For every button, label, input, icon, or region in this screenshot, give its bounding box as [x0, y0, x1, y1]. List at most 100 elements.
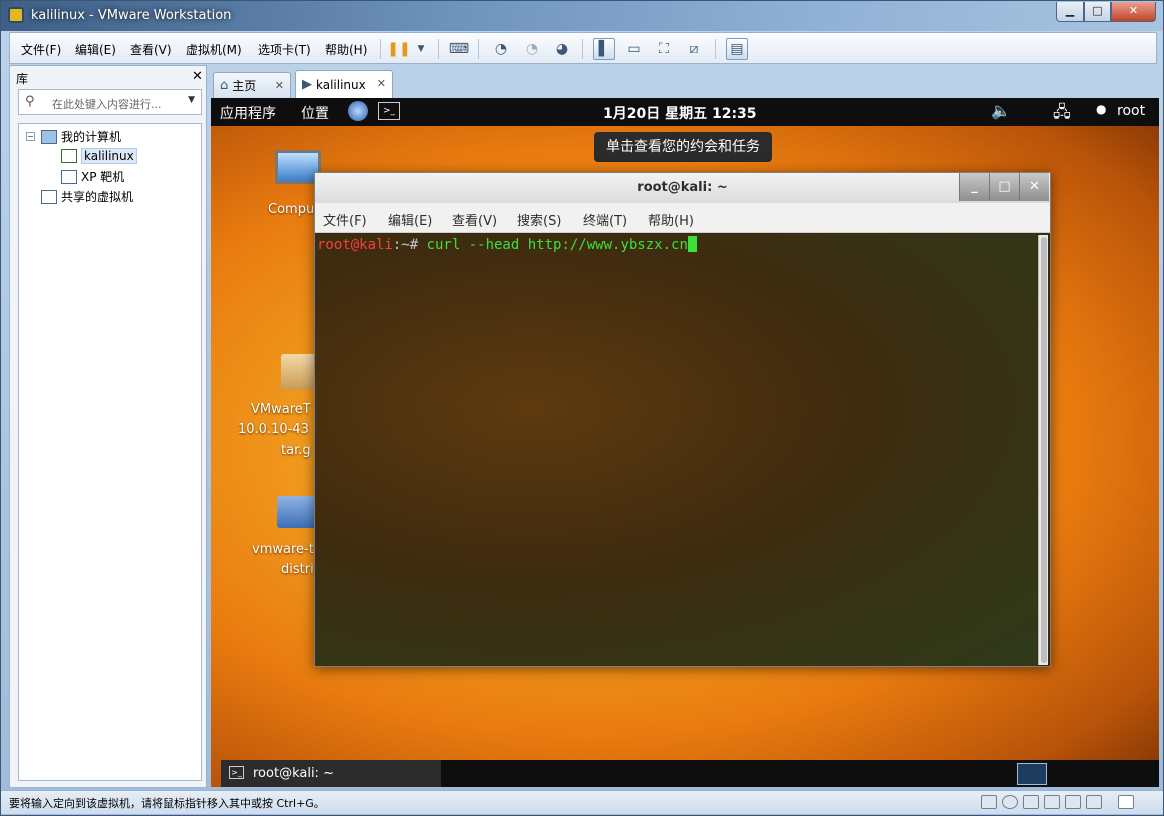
places-menu[interactable]: 位置: [301, 103, 329, 123]
tab-bar: ⌂ 主页 ✕ ▶ kalilinux ✕: [213, 70, 1159, 98]
toolbar-separator: [438, 39, 439, 59]
clock[interactable]: 1月20日 星期五 12:35: [603, 103, 757, 123]
close-button[interactable]: ✕: [1111, 2, 1156, 22]
library-title: 库: [16, 72, 29, 86]
terminal-title[interactable]: root@kali: ~: [315, 173, 1050, 203]
computer-icon: [41, 129, 57, 144]
typed-command: curl --head http://www.ybszx.cn: [426, 237, 688, 253]
tab-close-icon[interactable]: ✕: [377, 77, 386, 90]
vm-running-icon: ▶: [302, 77, 312, 92]
desktop-icon-label: VMwareT: [251, 402, 311, 417]
cd-rom-icon[interactable]: [1002, 795, 1018, 809]
window-title: kalilinux - VMware Workstation: [31, 8, 232, 23]
prompt-path: :~#: [392, 237, 427, 253]
volume-muted-icon[interactable]: 🔈: [991, 101, 1011, 120]
snapshot-manager-icon[interactable]: ◕: [551, 38, 573, 60]
terminal-menu-file[interactable]: 文件(F): [323, 210, 367, 229]
vmware-app-icon: [8, 7, 24, 23]
terminal-close-button[interactable]: ✕: [1019, 173, 1049, 201]
desktop-icon-label: Compu: [268, 202, 315, 217]
terminal-launcher-icon[interactable]: >_: [378, 102, 400, 120]
maximize-button[interactable]: □: [1084, 2, 1111, 22]
tree-collapse-icon[interactable]: −: [26, 132, 35, 141]
tab-kalilinux[interactable]: ▶ kalilinux ✕: [295, 70, 393, 98]
title-bar[interactable]: kalilinux - VMware Workstation ▁ □ ✕: [1, 1, 1163, 31]
applications-menu[interactable]: 应用程序: [220, 103, 276, 123]
thumbnail-icon[interactable]: ▭: [623, 38, 645, 60]
menu-vm[interactable]: 虚拟机(M): [186, 41, 242, 58]
terminal-output[interactable]: root@kali:~# curl --head http://www.ybsz…: [315, 234, 1037, 666]
gnome-bottom-panel: >_ root@kali: ~: [221, 760, 1159, 787]
terminal-menu-view[interactable]: 查看(V): [452, 210, 497, 229]
gnome-top-panel: 应用程序 位置 >_ 1月20日 星期五 12:35 🔈 🖧 ● root: [211, 98, 1159, 126]
folder-icon[interactable]: [277, 496, 317, 528]
send-keys-icon[interactable]: ⌨: [448, 38, 470, 60]
browser-icon[interactable]: [348, 101, 368, 121]
tree-item-xp[interactable]: XP 靶机: [61, 168, 124, 185]
fullscreen-icon[interactable]: ⛶: [653, 38, 675, 60]
menu-toolbar: 文件(F) 编辑(E) 查看(V) 虚拟机(M) 选项卡(T) 帮助(H) ❚❚…: [9, 32, 1157, 64]
network-icon[interactable]: 🖧: [1053, 101, 1071, 128]
desktop-icon-label: 10.0.10-43: [238, 422, 309, 437]
desktop-icon-label: tar.g: [281, 443, 311, 458]
library-search-input[interactable]: ⚲ 在此处键入内容进行... ▼: [18, 89, 202, 115]
hard-disk-icon[interactable]: [981, 795, 997, 809]
search-icon: ⚲: [25, 94, 35, 109]
shared-vm-icon: [41, 189, 57, 204]
vm-screen[interactable]: 应用程序 位置 >_ 1月20日 星期五 12:35 🔈 🖧 ● root 单击…: [211, 98, 1159, 787]
terminal-icon: >_: [229, 766, 244, 779]
taskbar-terminal-button[interactable]: >_ root@kali: ~: [221, 760, 441, 787]
scrollbar-thumb[interactable]: [1041, 237, 1047, 663]
minimize-button[interactable]: ▁: [1056, 2, 1084, 22]
printer-icon[interactable]: [1044, 795, 1060, 809]
terminal-scrollbar[interactable]: [1038, 235, 1048, 665]
vm-icon: [61, 169, 77, 184]
toolbar-separator: [582, 39, 583, 59]
tree-item-shared-vms[interactable]: 共享的虚拟机: [41, 188, 133, 205]
snapshot-icon[interactable]: ◔: [490, 38, 512, 60]
tab-home[interactable]: ⌂ 主页 ✕: [213, 72, 291, 98]
package-icon[interactable]: [281, 354, 317, 390]
menu-file[interactable]: 文件(F): [21, 41, 61, 58]
message-icon[interactable]: [1118, 795, 1134, 809]
status-text: 要将输入定向到该虚拟机，请将鼠标指针移入其中或按 Ctrl+G。: [9, 797, 325, 810]
search-placeholder: 在此处键入内容进行...: [52, 98, 162, 111]
toolbar-separator: [380, 39, 381, 59]
show-library-icon[interactable]: ▌: [593, 38, 615, 60]
user-chat-icon: ●: [1096, 102, 1107, 116]
menu-help[interactable]: 帮助(H): [325, 41, 367, 58]
library-close-icon[interactable]: ✕: [192, 69, 203, 84]
calendar-tooltip: 单击查看您的约会和任务: [594, 132, 772, 162]
terminal-maximize-button[interactable]: □: [989, 173, 1019, 201]
network-adapter-icon[interactable]: [1023, 795, 1039, 809]
menu-view[interactable]: 查看(V): [130, 41, 172, 58]
desktop-icon-label: vmware-t: [252, 542, 314, 557]
dropdown-icon[interactable]: ▼: [410, 38, 432, 60]
revert-snapshot-icon[interactable]: ◔: [521, 38, 543, 60]
prompt-user: root@kali: [317, 237, 393, 253]
terminal-menu-terminal[interactable]: 终端(T): [583, 210, 627, 229]
terminal-minimize-button[interactable]: _: [959, 173, 989, 201]
toolbar-separator: [478, 39, 479, 59]
terminal-menu-help[interactable]: 帮助(H): [648, 210, 694, 229]
pause-icon[interactable]: ❚❚: [387, 38, 410, 60]
unity-icon[interactable]: ⧄: [683, 38, 705, 60]
library-panel: 库 ✕ ⚲ 在此处键入内容进行... ▼ − 我的计算机 kalilinux X…: [9, 65, 207, 788]
text-cursor: [687, 236, 697, 252]
terminal-menubar: 文件(F) 编辑(E) 查看(V) 搜索(S) 终端(T) 帮助(H): [315, 203, 1050, 233]
tab-close-icon[interactable]: ✕: [275, 79, 284, 92]
menu-edit[interactable]: 编辑(E): [75, 41, 116, 58]
library-tree: − 我的计算机 kalilinux XP 靶机 共享的虚拟机: [18, 123, 202, 781]
toolbar-separator: [715, 39, 716, 59]
terminal-menu-search[interactable]: 搜索(S): [517, 210, 561, 229]
menu-tabs[interactable]: 选项卡(T): [258, 41, 311, 58]
console-view-icon[interactable]: ▤: [726, 38, 748, 60]
terminal-menu-edit[interactable]: 编辑(E): [388, 210, 432, 229]
tree-item-my-computer[interactable]: 我的计算机: [41, 128, 121, 145]
workspace-switcher[interactable]: [1017, 763, 1047, 785]
sound-icon[interactable]: [1065, 795, 1081, 809]
user-menu[interactable]: root: [1117, 103, 1145, 119]
tree-item-kalilinux[interactable]: kalilinux: [61, 148, 137, 164]
display-icon[interactable]: [1086, 795, 1102, 809]
chevron-down-icon[interactable]: ▼: [188, 95, 195, 105]
